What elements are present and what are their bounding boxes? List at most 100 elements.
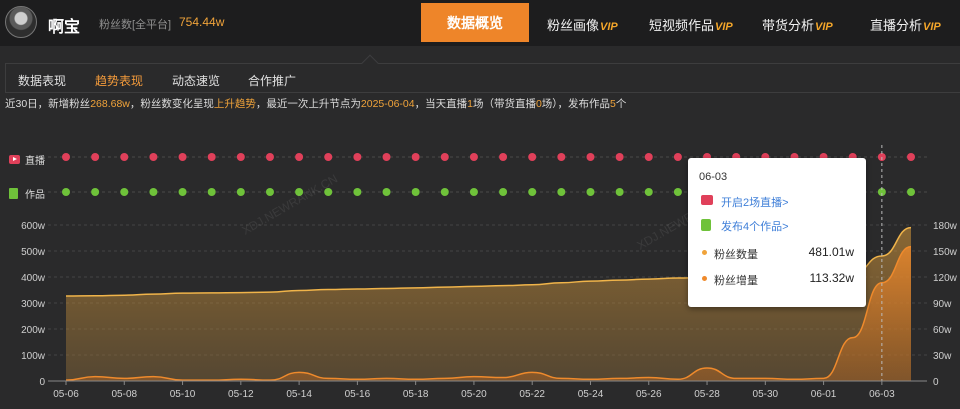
summary-text: ，粉丝数变化呈现	[129, 98, 214, 110]
live-marker	[91, 153, 100, 161]
x-tick-label: 05-28	[694, 389, 720, 400]
summary-new-fans: 268.68w	[90, 98, 130, 110]
works-marker	[615, 188, 624, 196]
x-tick-label: 05-18	[403, 389, 429, 400]
summary-text: 个	[615, 98, 627, 110]
summary-text: 场（带货直播	[472, 98, 536, 110]
live-icon	[701, 195, 713, 205]
subtab-data-performance[interactable]: 数据表现	[18, 72, 66, 89]
vip-badge: VIP	[715, 21, 733, 33]
fans-count-label: 粉丝数[全平台]	[99, 19, 172, 31]
live-marker	[411, 153, 420, 161]
summary-text: ，当天直播	[414, 98, 468, 110]
works-marker	[120, 188, 129, 196]
live-marker	[207, 153, 216, 161]
works-marker	[207, 188, 216, 196]
y-left-tick-label: 100w	[21, 351, 46, 362]
live-marker	[265, 153, 274, 161]
live-marker	[324, 153, 333, 161]
works-marker	[382, 188, 391, 196]
tooltip-growth-value: 113.32w	[809, 271, 854, 285]
document-icon	[701, 219, 711, 231]
x-tick-label: 05-08	[111, 389, 137, 400]
works-marker	[149, 188, 158, 196]
nav-tab-data-overview[interactable]: 数据概览	[421, 3, 529, 42]
works-marker	[178, 188, 187, 196]
x-tick-label: 05-22	[519, 389, 545, 400]
summary-last-date: 2025-06-04	[360, 98, 415, 110]
works-marker	[91, 188, 100, 196]
works-marker	[644, 188, 653, 196]
live-row-label: 直播	[25, 156, 45, 167]
document-icon	[9, 188, 18, 199]
avatar[interactable]	[5, 6, 37, 38]
tooltip-fans-label: 粉丝数量	[714, 249, 758, 261]
x-tick-label: 05-10	[170, 389, 196, 400]
nav-tab-fans-portrait[interactable]: 粉丝画像VIP	[547, 15, 618, 34]
y-left-tick-label: 400w	[21, 273, 46, 284]
live-marker	[440, 153, 449, 161]
works-marker	[499, 188, 508, 196]
x-tick-label: 05-12	[228, 389, 254, 400]
live-marker	[236, 153, 245, 161]
nav-tab-sales-analysis[interactable]: 带货分析VIP	[762, 15, 833, 34]
y-right-tick-label: 180w	[933, 221, 958, 232]
live-marker	[149, 153, 158, 161]
live-marker	[644, 153, 653, 161]
y-right-tick-label: 30w	[933, 351, 952, 362]
account-name: 啊宝	[48, 19, 81, 36]
live-marker	[557, 153, 566, 161]
works-marker	[295, 188, 304, 196]
summary-text: ，最近一次上升节点为	[255, 98, 361, 110]
summary-trend: 上升趋势	[213, 98, 256, 110]
works-marker	[557, 188, 566, 196]
works-marker	[62, 188, 70, 196]
y-left-tick-label: 600w	[21, 221, 46, 232]
subtab-activity-overview[interactable]: 动态速览	[172, 72, 220, 89]
vip-badge: VIP	[815, 21, 833, 33]
tooltip-growth-label: 粉丝增量	[714, 275, 758, 287]
x-tick-label: 06-03	[869, 389, 895, 400]
live-marker	[469, 153, 478, 161]
summary-text: 场），发布作品	[541, 98, 611, 110]
y-left-tick-label: 500w	[21, 247, 46, 258]
tooltip-works-link[interactable]: 发布4个作品>	[721, 218, 789, 234]
live-marker	[615, 153, 624, 161]
works-marker	[673, 188, 682, 196]
works-marker	[324, 188, 333, 196]
nav-tab-live-analysis[interactable]: 直播分析VIP	[870, 15, 941, 34]
subtab-cooperation[interactable]: 合作推广	[248, 72, 296, 89]
y-left-tick-label: 200w	[21, 325, 46, 336]
works-marker	[265, 188, 274, 196]
nav-label: 直播分析	[870, 18, 923, 33]
x-tick-label: 05-14	[286, 389, 312, 400]
x-tick-label: 05-16	[345, 389, 371, 400]
works-marker	[411, 188, 420, 196]
sub-tab-bar: 数据表现 趋势表现 动态速览 合作推广	[5, 63, 960, 93]
nav-label: 短视频作品	[649, 18, 715, 33]
watermark: XDJ.NEWRANK.CN	[240, 171, 341, 237]
works-marker	[907, 188, 915, 196]
works-marker	[469, 188, 478, 196]
tooltip-live-link[interactable]: 开启2场直播>	[721, 194, 789, 210]
live-marker	[673, 153, 682, 161]
y-right-tick-label: 150w	[933, 247, 958, 258]
live-marker	[528, 153, 537, 161]
y-right-tick-label: 90w	[933, 299, 952, 310]
live-marker	[382, 153, 391, 161]
works-marker	[236, 188, 245, 196]
live-marker	[62, 153, 70, 161]
works-marker	[586, 188, 595, 196]
live-marker	[907, 153, 915, 161]
live-marker	[120, 153, 129, 161]
tooltip-date: 06-03	[699, 171, 728, 183]
y-left-tick-label: 0	[39, 377, 45, 388]
nav-tab-short-videos[interactable]: 短视频作品VIP	[649, 15, 733, 34]
x-tick-label: 05-20	[461, 389, 487, 400]
nav-label: 粉丝画像	[547, 18, 600, 33]
subtab-trend-performance[interactable]: 趋势表现	[95, 72, 143, 89]
live-row-legend: 直播	[9, 152, 45, 167]
vip-badge: VIP	[600, 21, 618, 33]
x-tick-label: 05-30	[753, 389, 779, 400]
y-right-tick-label: 60w	[933, 325, 952, 336]
